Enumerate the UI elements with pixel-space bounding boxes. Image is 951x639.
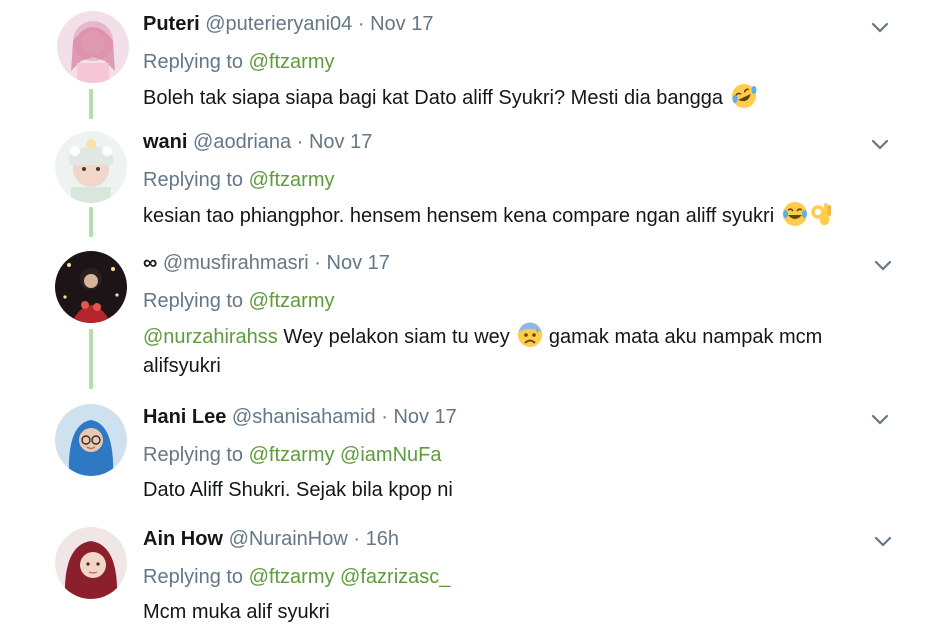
replying-label: Replying to	[143, 169, 244, 191]
timestamp[interactable]: Nov 17	[393, 406, 456, 428]
user-name[interactable]: Ain How	[143, 528, 223, 550]
timestamp[interactable]: Nov 17	[327, 252, 390, 274]
tweet-text-body: Mcm muka alif syukri	[143, 601, 330, 623]
rofl-emoji	[731, 83, 757, 109]
user-handle[interactable]: @shanisahamid	[232, 406, 376, 428]
tweet-text-body: Wey pelakon siam tu wey	[277, 326, 510, 348]
mention-link[interactable]: @nurzahirahss	[143, 326, 278, 348]
timestamp[interactable]: 16h	[366, 528, 399, 550]
tears-of-joy-emoji	[782, 201, 808, 227]
tweet-text-line2: alifsyukri	[143, 355, 221, 377]
user-name[interactable]: wani	[143, 131, 187, 153]
reply-mention-link[interactable]: @ftzarmy	[249, 51, 335, 73]
avatar[interactable]	[57, 11, 129, 83]
replying-label: Replying to	[143, 290, 244, 312]
user-handle[interactable]: @NurainHow	[229, 528, 348, 550]
tweet-text-body: Boleh tak siapa siapa bagi kat Dato alif…	[143, 87, 723, 109]
separator: ·	[314, 252, 321, 274]
chevron-down-icon[interactable]	[867, 406, 893, 432]
replying-label: Replying to	[143, 566, 244, 588]
tweet-text: Dato Aliff Shukri. Sejak bila kpop ni	[143, 476, 951, 505]
user-handle[interactable]: @musfirahmasri	[163, 252, 309, 274]
avatar[interactable]	[55, 251, 127, 323]
chevron-down-icon[interactable]	[867, 14, 893, 40]
thread-line	[89, 329, 93, 389]
timestamp[interactable]: Nov 17	[370, 13, 433, 35]
tweet-text-body: kesian tao phiangphor. hensem hensem ken…	[143, 205, 775, 227]
tweet-text-continued: gamak mata aku nampak mcm	[543, 326, 823, 348]
separator: ·	[381, 406, 388, 428]
thread-line	[89, 89, 93, 119]
reply-mention-link[interactable]: @fazrizasc_	[340, 566, 450, 588]
avatar[interactable]	[55, 404, 127, 476]
separator: ·	[357, 13, 365, 35]
chevron-down-icon[interactable]	[870, 252, 896, 278]
reply-mention-link[interactable]: @ftzarmy	[249, 290, 335, 312]
reply-mention-link[interactable]: @ftzarmy	[249, 169, 335, 191]
user-handle[interactable]: @puterieryani04	[205, 13, 352, 35]
avatar[interactable]	[55, 527, 127, 599]
user-name[interactable]: Hani Lee	[143, 406, 226, 428]
separator: ·	[296, 131, 304, 153]
chevron-down-icon[interactable]	[867, 131, 893, 157]
tweet-text: @nurzahirahss Wey pelakon siam tu wey ga…	[143, 322, 951, 381]
separator: ·	[353, 528, 361, 550]
user-handle[interactable]: @aodriana	[193, 131, 291, 153]
reply-mention-link[interactable]: @iamNuFa	[340, 444, 441, 466]
tweet-text-body: Dato Aliff Shukri. Sejak bila kpop ni	[143, 479, 453, 501]
replying-label: Replying to	[143, 51, 244, 73]
thread-line	[89, 207, 93, 237]
timestamp[interactable]: Nov 17	[309, 131, 372, 153]
anxious-sweat-emoji	[517, 322, 543, 348]
tweet-text: kesian tao phiangphor. hensem hensem ken…	[143, 201, 951, 231]
reply-mention-link[interactable]: @ftzarmy	[249, 444, 335, 466]
user-name[interactable]: Puteri	[143, 13, 200, 35]
user-name[interactable]: ∞	[143, 252, 157, 274]
tweet-text: Boleh tak siapa siapa bagi kat Dato alif…	[143, 83, 951, 113]
replying-label: Replying to	[143, 444, 244, 466]
ok-hand-emoji	[808, 201, 834, 227]
avatar[interactable]	[55, 131, 127, 203]
chevron-down-icon[interactable]	[870, 528, 896, 554]
tweet-text: Mcm muka alif syukri	[143, 598, 951, 627]
reply-mention-link[interactable]: @ftzarmy	[249, 566, 335, 588]
